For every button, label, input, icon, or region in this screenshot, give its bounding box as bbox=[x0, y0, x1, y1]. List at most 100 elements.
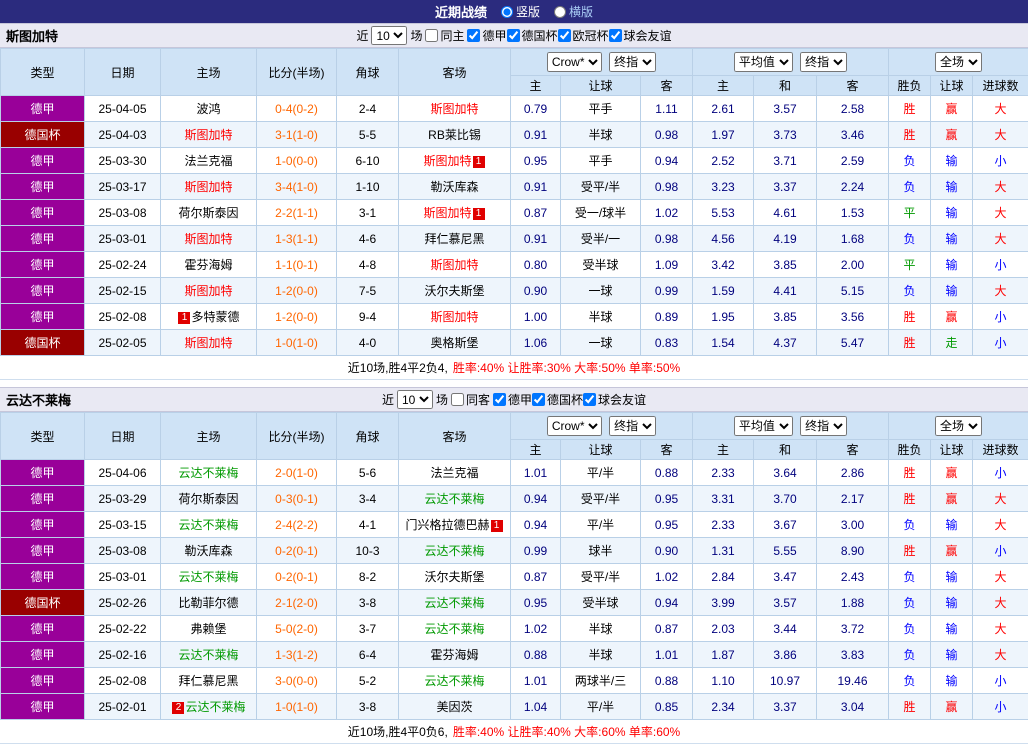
handicap-result-cell: 输 bbox=[931, 200, 973, 226]
team-name[interactable]: 云达不莱梅 bbox=[178, 518, 238, 532]
team-name[interactable]: 斯图加特 bbox=[430, 258, 478, 272]
team-name[interactable]: 云达不莱梅 bbox=[185, 700, 245, 714]
team-name[interactable]: 斯图加特 bbox=[184, 232, 232, 246]
same-venue-filter[interactable]: 同主 bbox=[425, 27, 464, 44]
layout-horizontal-option[interactable]: 横版 bbox=[554, 3, 593, 20]
league-checkbox[interactable] bbox=[558, 29, 571, 42]
team-name[interactable]: 斯图加特 bbox=[430, 102, 478, 116]
odds-stage-select[interactable]: 终指 bbox=[609, 52, 656, 72]
score-cell[interactable]: 0-2(0-1) bbox=[257, 538, 337, 564]
league-checkbox[interactable] bbox=[493, 393, 506, 406]
same-venue-filter[interactable]: 同客 bbox=[451, 391, 490, 408]
average-stage-select[interactable]: 终指 bbox=[800, 416, 847, 436]
fulltime-select[interactable]: 全场 bbox=[935, 52, 982, 72]
score-cell[interactable]: 2-4(2-2) bbox=[257, 512, 337, 538]
layout-vertical-option[interactable]: 竖版 bbox=[501, 3, 540, 20]
company-select[interactable]: Crow* bbox=[547, 52, 602, 72]
score-cell[interactable]: 2-1(2-0) bbox=[257, 590, 337, 616]
score-cell[interactable]: 0-3(0-1) bbox=[257, 486, 337, 512]
score-cell[interactable]: 3-1(1-0) bbox=[257, 122, 337, 148]
match-count-select[interactable]: 10 bbox=[397, 390, 433, 409]
team-name[interactable]: 美因茨 bbox=[436, 700, 472, 714]
same-venue-checkbox[interactable] bbox=[451, 393, 464, 406]
team-name[interactable]: 云达不莱梅 bbox=[424, 492, 484, 506]
team-name[interactable]: 比勒菲尔德 bbox=[178, 596, 238, 610]
average-select[interactable]: 平均值 bbox=[734, 52, 793, 72]
average-stage-select[interactable]: 终指 bbox=[800, 52, 847, 72]
team-name[interactable]: 云达不莱梅 bbox=[424, 544, 484, 558]
league-filter[interactable]: 球会友谊 bbox=[583, 391, 646, 408]
score-cell[interactable]: 0-2(0-1) bbox=[257, 564, 337, 590]
team-name[interactable]: 拜仁慕尼黑 bbox=[178, 674, 238, 688]
team-name[interactable]: 斯图加特 bbox=[184, 180, 232, 194]
score-cell[interactable]: 2-2(1-1) bbox=[257, 200, 337, 226]
team-name[interactable]: 沃尔夫斯堡 bbox=[424, 284, 484, 298]
score-cell[interactable]: 3-4(1-0) bbox=[257, 174, 337, 200]
handicap-cell: 受半/一 bbox=[561, 226, 641, 252]
team-name[interactable]: 门兴格拉德巴赫 bbox=[405, 518, 489, 532]
team-name[interactable]: 云达不莱梅 bbox=[178, 466, 238, 480]
team-name[interactable]: 斯图加特 bbox=[423, 206, 471, 220]
score-cell[interactable]: 1-2(0-0) bbox=[257, 278, 337, 304]
score-cell[interactable]: 2-0(1-0) bbox=[257, 460, 337, 486]
match-count-select[interactable]: 10 bbox=[371, 26, 407, 45]
team-name[interactable]: 云达不莱梅 bbox=[424, 596, 484, 610]
league-checkbox[interactable] bbox=[583, 393, 596, 406]
score-cell[interactable]: 1-1(0-1) bbox=[257, 252, 337, 278]
team-name[interactable]: 奥格斯堡 bbox=[430, 336, 478, 350]
team-name[interactable]: 云达不莱梅 bbox=[424, 674, 484, 688]
team-name[interactable]: 波鸿 bbox=[196, 102, 220, 116]
handicap-cell: 半球 bbox=[561, 304, 641, 330]
team-name[interactable]: RB莱比锡 bbox=[428, 128, 481, 142]
average-select[interactable]: 平均值 bbox=[734, 416, 793, 436]
score-cell[interactable]: 1-2(0-0) bbox=[257, 304, 337, 330]
team-name[interactable]: 荷尔斯泰因 bbox=[178, 206, 238, 220]
score-cell[interactable]: 0-4(0-2) bbox=[257, 96, 337, 122]
league-filter[interactable]: 德甲 bbox=[467, 27, 506, 44]
score-cell[interactable]: 1-0(1-0) bbox=[257, 330, 337, 356]
team-name[interactable]: 拜仁慕尼黑 bbox=[424, 232, 484, 246]
team-name[interactable]: 斯图加特 bbox=[184, 128, 232, 142]
league-checkbox[interactable] bbox=[609, 29, 622, 42]
team-name[interactable]: 斯图加特 bbox=[184, 284, 232, 298]
team-name[interactable]: 多特蒙德 bbox=[191, 310, 239, 324]
team-name[interactable]: 云达不莱梅 bbox=[424, 622, 484, 636]
team-name[interactable]: 霍芬海姆 bbox=[430, 648, 478, 662]
team-name[interactable]: 勒沃库森 bbox=[430, 180, 478, 194]
team-name[interactable]: 法兰克福 bbox=[430, 466, 478, 480]
league-filter[interactable]: 欧冠杯 bbox=[558, 27, 609, 44]
team-name[interactable]: 霍芬海姆 bbox=[184, 258, 232, 272]
league-checkbox[interactable] bbox=[507, 29, 520, 42]
team-name[interactable]: 弗赖堡 bbox=[190, 622, 226, 636]
team-name[interactable]: 勒沃库森 bbox=[184, 544, 232, 558]
league-checkbox[interactable] bbox=[532, 393, 545, 406]
score-cell[interactable]: 1-0(0-0) bbox=[257, 148, 337, 174]
score-cell[interactable]: 1-3(1-2) bbox=[257, 642, 337, 668]
team-name[interactable]: 荷尔斯泰因 bbox=[178, 492, 238, 506]
score-cell[interactable]: 5-0(2-0) bbox=[257, 616, 337, 642]
score-cell[interactable]: 1-0(1-0) bbox=[257, 694, 337, 720]
league-filter[interactable]: 球会友谊 bbox=[609, 27, 672, 44]
league-checkbox[interactable] bbox=[467, 29, 480, 42]
team-name[interactable]: 云达不莱梅 bbox=[178, 648, 238, 662]
team-name[interactable]: 斯图加特 bbox=[430, 310, 478, 324]
league-cell: 德甲 bbox=[1, 564, 85, 590]
team-name[interactable]: 沃尔夫斯堡 bbox=[424, 570, 484, 584]
league-filter[interactable]: 德国杯 bbox=[507, 27, 558, 44]
odds-stage-select[interactable]: 终指 bbox=[609, 416, 656, 436]
vertical-radio[interactable] bbox=[501, 6, 513, 18]
team-name[interactable]: 云达不莱梅 bbox=[178, 570, 238, 584]
score-cell[interactable]: 3-0(0-0) bbox=[257, 668, 337, 694]
same-venue-checkbox[interactable] bbox=[425, 29, 438, 42]
horizontal-radio[interactable] bbox=[554, 6, 566, 18]
league-filter[interactable]: 德国杯 bbox=[532, 391, 583, 408]
fulltime-select[interactable]: 全场 bbox=[935, 416, 982, 436]
team-name[interactable]: 斯图加特 bbox=[184, 336, 232, 350]
league-filter[interactable]: 德甲 bbox=[493, 391, 532, 408]
team-name[interactable]: 法兰克福 bbox=[184, 154, 232, 168]
company-select[interactable]: Crow* bbox=[547, 416, 602, 436]
winlose-cell: 胜 bbox=[889, 486, 931, 512]
avg-away-cell: 2.00 bbox=[817, 252, 889, 278]
team-name[interactable]: 斯图加特 bbox=[423, 154, 471, 168]
score-cell[interactable]: 1-3(1-1) bbox=[257, 226, 337, 252]
